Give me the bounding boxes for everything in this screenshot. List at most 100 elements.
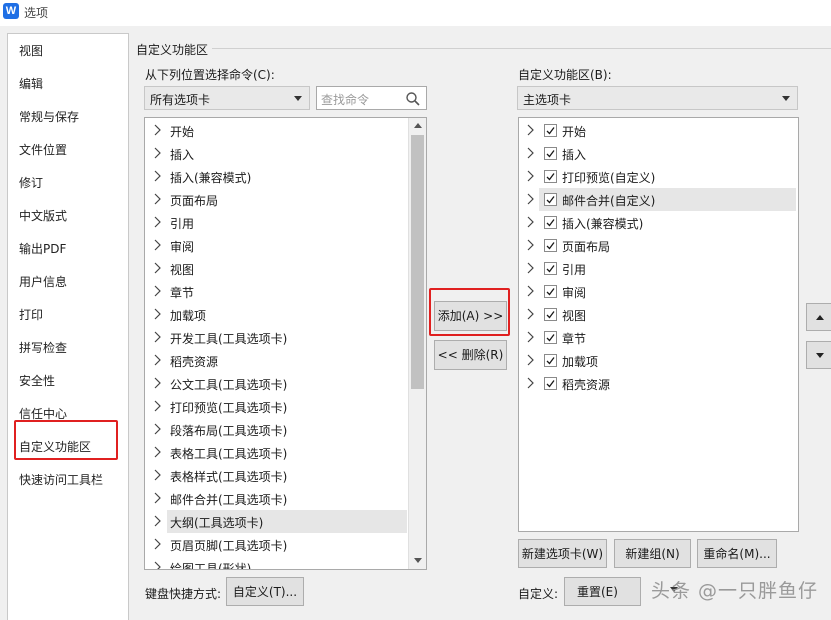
chevron-right-icon[interactable]	[524, 284, 538, 298]
chevron-right-icon[interactable]	[151, 376, 165, 390]
ribbon-tabs-dropdown[interactable]: 主选项卡	[517, 86, 798, 110]
list-item[interactable]: 绘图工具(形状)	[145, 556, 426, 570]
list-item[interactable]: 插入(兼容模式)	[145, 165, 426, 188]
list-item[interactable]: 视图	[145, 257, 426, 280]
tree-item[interactable]: 视图	[519, 303, 798, 326]
list-item[interactable]: 稻壳资源	[145, 349, 426, 372]
chevron-right-icon[interactable]	[524, 261, 538, 275]
scroll-up-arrow-icon[interactable]	[414, 123, 422, 128]
checkbox[interactable]	[544, 308, 557, 321]
list-item[interactable]: 表格样式(工具选项卡)	[145, 464, 426, 487]
list-item[interactable]: 段落布局(工具选项卡)	[145, 418, 426, 441]
chevron-right-icon[interactable]	[151, 560, 165, 570]
nav-item-quick-access[interactable]: 快速访问工具栏	[19, 471, 103, 488]
checkbox[interactable]	[544, 239, 557, 252]
new-tab-button[interactable]: 新建选项卡(W)	[518, 539, 607, 568]
tree-item[interactable]: 插入(兼容模式)	[519, 211, 798, 234]
rename-button[interactable]: 重命名(M)...	[697, 539, 777, 568]
list-item[interactable]: 插入	[145, 142, 426, 165]
tree-item[interactable]: 稻壳资源	[519, 372, 798, 395]
chevron-right-icon[interactable]	[151, 146, 165, 160]
chevron-right-icon[interactable]	[151, 123, 165, 137]
nav-item-trust-center[interactable]: 信任中心	[19, 405, 67, 422]
chevron-right-icon[interactable]	[524, 376, 538, 390]
nav-item-security[interactable]: 安全性	[19, 372, 55, 389]
tree-item[interactable]: 开始	[519, 119, 798, 142]
customize-shortcuts-button[interactable]: 自定义(T)...	[226, 577, 304, 606]
search-input[interactable]: 查找命令	[316, 86, 427, 110]
chevron-right-icon[interactable]	[151, 399, 165, 413]
list-item[interactable]: 打印预览(工具选项卡)	[145, 395, 426, 418]
chevron-right-icon[interactable]	[151, 169, 165, 183]
checkbox[interactable]	[544, 147, 557, 160]
commands-list[interactable]: 开始 插入 插入(兼容模式) 页面布局 引用 审阅 视图 章节 加载项 开发工具…	[144, 117, 427, 570]
list-item[interactable]: 开发工具(工具选项卡)	[145, 326, 426, 349]
tree-item[interactable]: 加载项	[519, 349, 798, 372]
chevron-right-icon[interactable]	[524, 307, 538, 321]
chevron-right-icon[interactable]	[151, 307, 165, 321]
chevron-right-icon[interactable]	[151, 445, 165, 459]
nav-item-spellcheck[interactable]: 拼写检查	[19, 339, 67, 356]
scrollbar-thumb[interactable]	[411, 135, 424, 389]
list-item[interactable]: 加载项	[145, 303, 426, 326]
chevron-right-icon[interactable]	[151, 215, 165, 229]
list-item[interactable]: 章节	[145, 280, 426, 303]
remove-button[interactable]: << 删除(R)	[434, 340, 507, 370]
move-down-button[interactable]	[806, 341, 831, 369]
tree-item[interactable]: 打印预览(自定义)	[519, 165, 798, 188]
list-item[interactable]: 页眉页脚(工具选项卡)	[145, 533, 426, 556]
checkbox[interactable]	[544, 216, 557, 229]
list-item[interactable]: 大纲(工具选项卡)	[145, 510, 426, 533]
list-item[interactable]: 表格工具(工具选项卡)	[145, 441, 426, 464]
nav-item-general-save[interactable]: 常规与保存	[19, 108, 79, 125]
nav-item-revision[interactable]: 修订	[19, 174, 43, 191]
list-item[interactable]: 引用	[145, 211, 426, 234]
chevron-right-icon[interactable]	[151, 491, 165, 505]
tree-item[interactable]: 邮件合并(自定义)	[519, 188, 798, 211]
list-item[interactable]: 邮件合并(工具选项卡)	[145, 487, 426, 510]
chevron-right-icon[interactable]	[524, 192, 538, 206]
chevron-right-icon[interactable]	[151, 537, 165, 551]
nav-item-view[interactable]: 视图	[19, 42, 43, 59]
chevron-right-icon[interactable]	[151, 238, 165, 252]
list-item[interactable]: 公文工具(工具选项卡)	[145, 372, 426, 395]
chevron-right-icon[interactable]	[524, 215, 538, 229]
nav-item-export-pdf[interactable]: 输出PDF	[19, 240, 66, 257]
nav-item-customize-ribbon[interactable]: 自定义功能区	[19, 438, 91, 455]
scroll-down-arrow-icon[interactable]	[414, 558, 422, 563]
checkbox[interactable]	[544, 377, 557, 390]
chevron-right-icon[interactable]	[524, 353, 538, 367]
chevron-right-icon[interactable]	[524, 330, 538, 344]
commands-source-dropdown[interactable]: 所有选项卡	[144, 86, 310, 110]
tree-item[interactable]: 引用	[519, 257, 798, 280]
new-group-button[interactable]: 新建组(N)	[614, 539, 691, 568]
nav-item-edit[interactable]: 编辑	[19, 75, 43, 92]
chevron-right-icon[interactable]	[151, 422, 165, 436]
list-item[interactable]: 开始	[145, 119, 426, 142]
search-icon[interactable]	[405, 91, 421, 107]
chevron-right-icon[interactable]	[151, 353, 165, 367]
chevron-right-icon[interactable]	[524, 238, 538, 252]
checkbox[interactable]	[544, 354, 557, 367]
chevron-right-icon[interactable]	[524, 123, 538, 137]
add-button[interactable]: 添加(A) >>	[434, 301, 507, 331]
nav-item-user-info[interactable]: 用户信息	[19, 273, 67, 290]
chevron-right-icon[interactable]	[151, 330, 165, 344]
chevron-right-icon[interactable]	[151, 192, 165, 206]
chevron-right-icon[interactable]	[151, 468, 165, 482]
nav-item-print[interactable]: 打印	[19, 306, 43, 323]
checkbox[interactable]	[544, 124, 557, 137]
nav-item-chinese-layout[interactable]: 中文版式	[19, 207, 67, 224]
list-item[interactable]: 页面布局	[145, 188, 426, 211]
checkbox[interactable]	[544, 262, 557, 275]
chevron-right-icon[interactable]	[151, 284, 165, 298]
tree-item[interactable]: 插入	[519, 142, 798, 165]
chevron-right-icon[interactable]	[151, 261, 165, 275]
checkbox[interactable]	[544, 285, 557, 298]
ribbon-tabs-tree[interactable]: 开始 插入 打印预览(自定义) 邮件合并(自定义) 插入(兼容模式) 页面布局 …	[518, 117, 799, 532]
commands-list-scrollbar[interactable]	[408, 118, 426, 569]
checkbox[interactable]	[544, 331, 557, 344]
checkbox[interactable]	[544, 193, 557, 206]
nav-item-file-location[interactable]: 文件位置	[19, 141, 67, 158]
chevron-right-icon[interactable]	[524, 146, 538, 160]
